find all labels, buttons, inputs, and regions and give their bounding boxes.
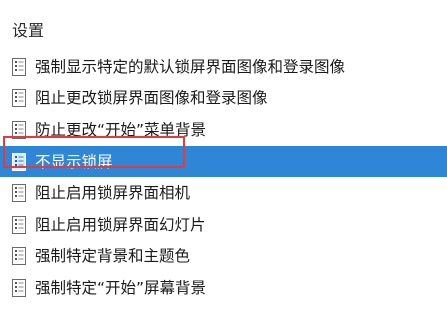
settings-list: 强制显示特定的默认锁屏界面图像和登录图像 阻止更改锁屏界面图像和登录图像 防止更… (0, 51, 447, 304)
policy-setting-icon (11, 278, 27, 298)
policy-setting-icon (11, 152, 27, 172)
setting-label: 阻止启用锁屏界面相机 (35, 184, 191, 203)
setting-row-prevent-lock-camera[interactable]: 阻止启用锁屏界面相机 (0, 177, 447, 209)
setting-row-prevent-lock-image-change[interactable]: 阻止更改锁屏界面图像和登录图像 (0, 83, 447, 115)
policy-setting-icon (11, 246, 27, 266)
policy-setting-icon (11, 88, 27, 108)
setting-row-force-background-accent[interactable]: 强制特定背景和主题色 (0, 241, 447, 273)
setting-row-default-lock-image[interactable]: 强制显示特定的默认锁屏界面图像和登录图像 (0, 51, 447, 83)
settings-panel: 设置 强制显示特定的默认锁屏界面图像和登录图像 阻止更改锁屏界面图像和登录图像 … (0, 0, 447, 313)
setting-row-prevent-lock-slideshow[interactable]: 阻止启用锁屏界面幻灯片 (0, 209, 447, 241)
setting-label: 强制特定背景和主题色 (35, 247, 191, 266)
setting-label: 防止更改“开始”菜单背景 (35, 120, 207, 139)
setting-label: 阻止启用锁屏界面幻灯片 (35, 215, 206, 234)
folder-title: 设置 (12, 21, 45, 40)
setting-label: 不显示锁屏 (35, 152, 113, 171)
setting-row-force-start-background[interactable]: 强制特定“开始”屏幕背景 (0, 272, 447, 304)
policy-setting-icon (11, 57, 27, 77)
policy-setting-icon (11, 120, 27, 140)
setting-label: 阻止更改锁屏界面图像和登录图像 (35, 89, 268, 108)
setting-label: 强制显示特定的默认锁屏界面图像和登录图像 (35, 57, 346, 76)
policy-setting-icon (11, 215, 27, 235)
setting-label: 强制特定“开始”屏幕背景 (35, 278, 207, 297)
setting-row-prevent-start-background[interactable]: 防止更改“开始”菜单背景 (0, 114, 447, 146)
setting-row-no-lock-screen[interactable]: 不显示锁屏 (0, 145, 447, 178)
policy-setting-icon (11, 183, 27, 203)
